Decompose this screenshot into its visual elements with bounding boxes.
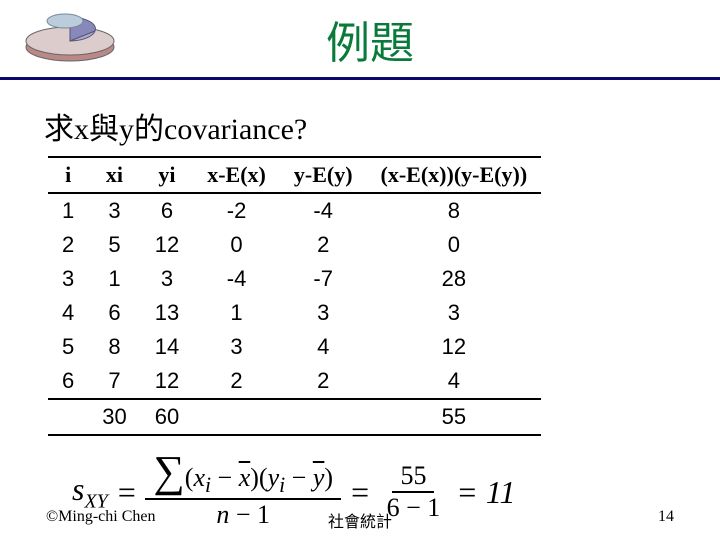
table-row: 136-2-48 [48,193,541,228]
table-cell: 14 [141,330,193,364]
table-row: 6712224 [48,364,541,399]
sum-cell [48,399,88,435]
table-cell: 6 [88,296,140,330]
col-header: (x-E(x))(y-E(y)) [367,157,542,193]
table-cell: 1 [193,296,280,330]
sum-cell: 55 [367,399,542,435]
table-cell: 8 [367,193,542,228]
col-header: y-E(y) [280,157,367,193]
slide-header: 例題 [0,0,720,80]
data-table-container: ixiyix-E(x)y-E(y)(x-E(x))(y-E(y)) 136-2-… [0,156,720,436]
table-cell: 2 [48,228,88,262]
table-cell: 4 [367,364,542,399]
table-cell: 6 [48,364,88,399]
footer-course: 社會統計 [328,508,392,532]
table-cell: 6 [141,193,193,228]
table-row: 4613133 [48,296,541,330]
table-cell: 1 [48,193,88,228]
table-row: 313-4-728 [48,262,541,296]
table-cell: 0 [367,228,542,262]
sum-cell [193,399,280,435]
table-row: 58143412 [48,330,541,364]
table-cell: 3 [141,262,193,296]
slide-title: 例題 [20,7,720,71]
sum-cell: 60 [141,399,193,435]
sum-cell [280,399,367,435]
table-cell: 8 [88,330,140,364]
footer-pagenum: 14 [658,508,674,526]
table-cell: 2 [193,364,280,399]
equals-sign-3: = [456,474,478,511]
table-cell: -7 [280,262,367,296]
table-cell: 28 [367,262,542,296]
sum-cell: 30 [88,399,140,435]
table-cell: 4 [48,296,88,330]
table-cell: 2 [280,228,367,262]
table-cell: 7 [88,364,140,399]
table-row: 2512020 [48,228,541,262]
equals-sign-2: = [349,474,371,511]
table-cell: 3 [88,193,140,228]
table-cell: 13 [141,296,193,330]
table-cell: 12 [141,364,193,399]
table-cell: 0 [193,228,280,262]
table-cell: 3 [280,296,367,330]
sum-row: 3060 55 [48,399,541,435]
table-cell: 5 [48,330,88,364]
table-cell: 5 [88,228,140,262]
col-header: x-E(x) [193,157,280,193]
slide-footer: ©Ming-chi Chen 社會統計 14 [0,508,720,526]
col-header: i [48,157,88,193]
footer-author: ©Ming-chi Chen [46,508,155,526]
table-cell: 3 [367,296,542,330]
table-cell: -2 [193,193,280,228]
table-cell: -4 [193,262,280,296]
formula-result: 11 [486,474,516,511]
table-cell: 3 [193,330,280,364]
table-cell: 12 [367,330,542,364]
table-cell: 2 [280,364,367,399]
table-cell: 1 [88,262,140,296]
equals-sign: = [116,474,138,511]
col-header: yi [141,157,193,193]
covariance-table: ixiyix-E(x)y-E(y)(x-E(x))(y-E(y)) 136-2-… [48,156,541,436]
formula-symbol: s [72,471,84,507]
col-header: xi [88,157,140,193]
table-cell: 4 [280,330,367,364]
table-cell: -4 [280,193,367,228]
question-text: 求x與y的covariance? [0,80,720,156]
table-cell: 12 [141,228,193,262]
table-cell: 3 [48,262,88,296]
